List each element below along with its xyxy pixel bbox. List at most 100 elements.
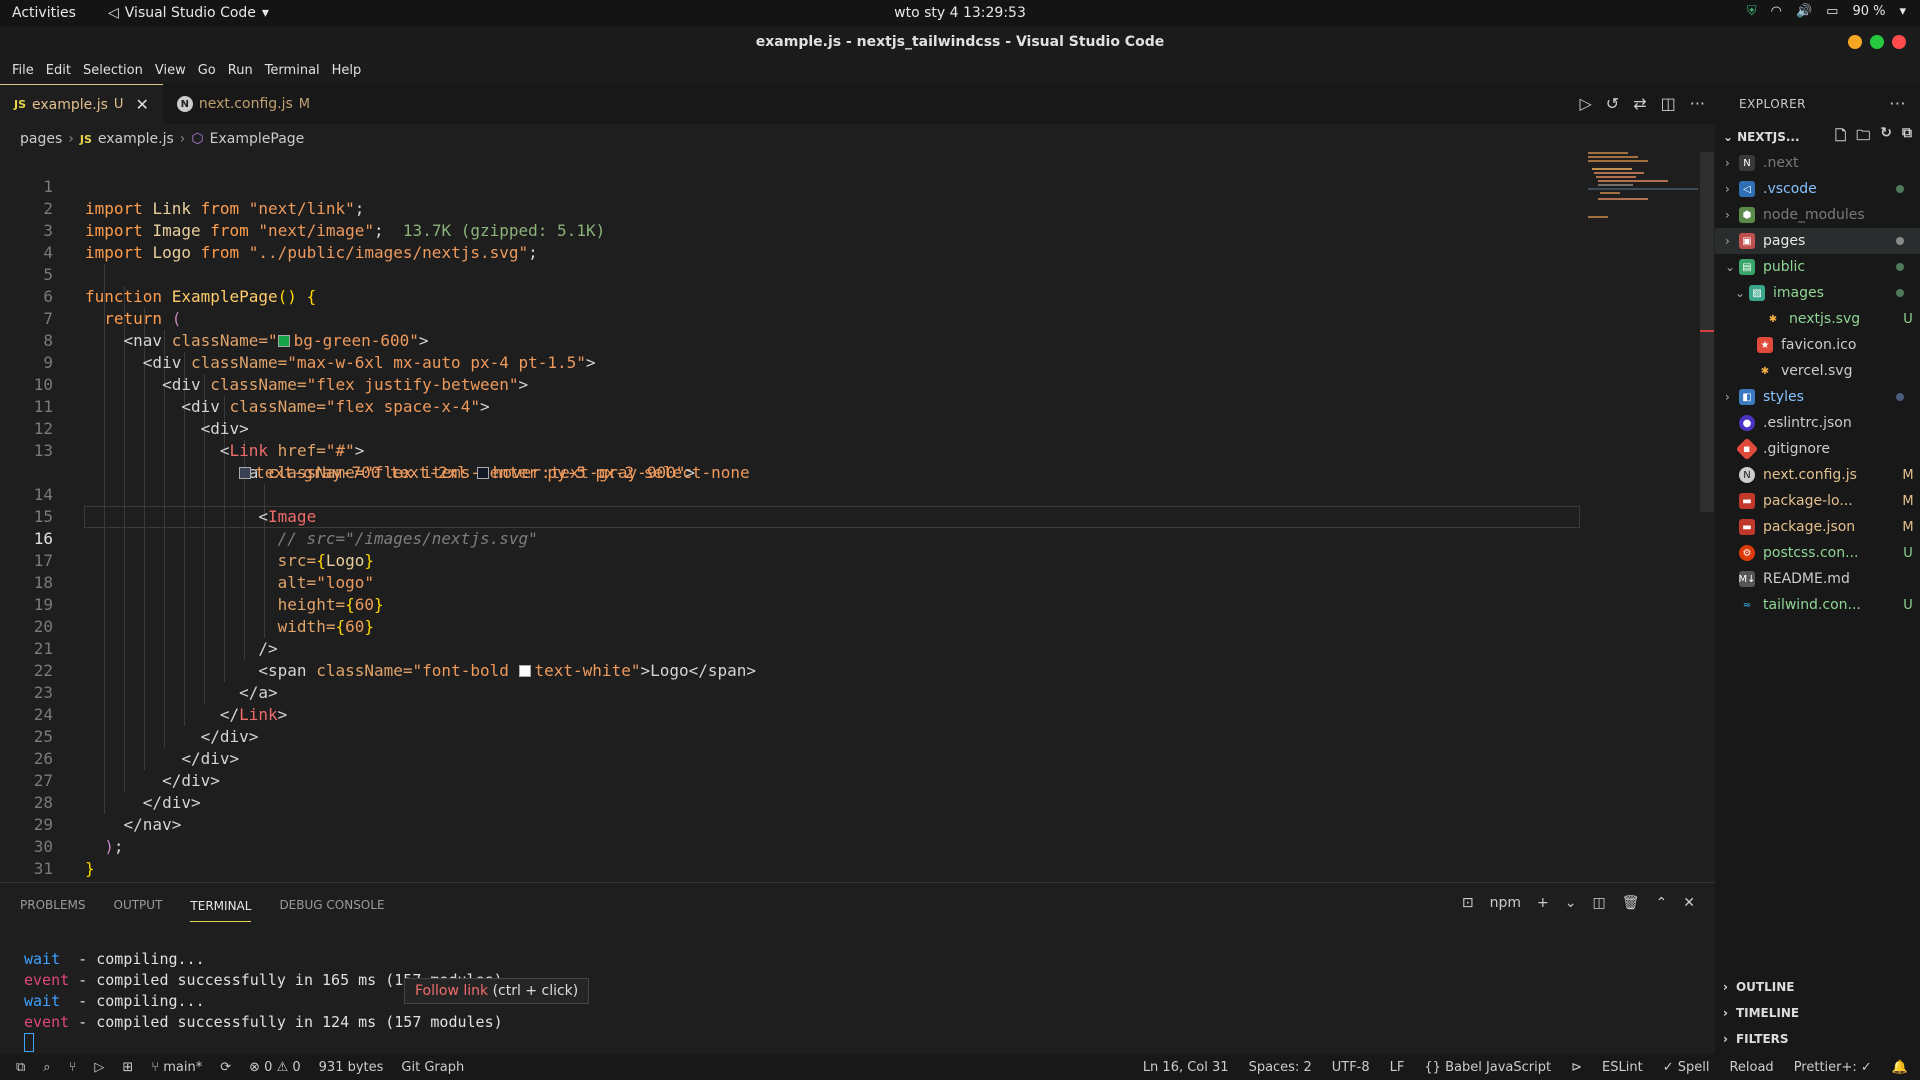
- tab-next-config-js[interactable]: N next.config.js M: [163, 84, 324, 124]
- outline-section[interactable]: › OUTLINE: [1715, 974, 1920, 1000]
- maximize-panel-icon[interactable]: ⌃: [1656, 895, 1668, 911]
- indentation[interactable]: Spaces: 2: [1249, 1060, 1312, 1075]
- minimize-button[interactable]: [1848, 35, 1862, 49]
- spell-status[interactable]: ✓ Spell: [1663, 1060, 1710, 1075]
- tree-item-favicon[interactable]: ★ favicon.ico: [1715, 332, 1920, 358]
- tree-item-package-json[interactable]: ▬ package.json M: [1715, 514, 1920, 540]
- tab-output[interactable]: OUTPUT: [114, 898, 163, 912]
- tooltip-link[interactable]: Follow link: [415, 983, 488, 999]
- timeline-section[interactable]: › TIMELINE: [1715, 1000, 1920, 1026]
- close-panel-icon[interactable]: ✕: [1683, 895, 1695, 911]
- maximize-button[interactable]: [1870, 35, 1884, 49]
- eslint-status[interactable]: ESLint: [1602, 1060, 1643, 1075]
- tree-item-label: .gitignore: [1763, 441, 1830, 457]
- code-line: 20 />: [0, 594, 1580, 658]
- tree-item-nextjs-svg[interactable]: ✱ nextjs.svg U: [1715, 306, 1920, 332]
- terminal-icon[interactable]: ⊳: [1571, 1060, 1582, 1075]
- svg-file-icon: ✱: [1768, 313, 1778, 325]
- menu-view[interactable]: View: [149, 63, 192, 78]
- more-actions-icon[interactable]: ···: [1690, 94, 1705, 113]
- run-icon[interactable]: ▷: [1579, 94, 1591, 113]
- explorer-sections: › OUTLINE › TIMELINE › FILTERS: [1715, 974, 1920, 1052]
- collapse-all-icon[interactable]: ⧉: [1902, 125, 1912, 149]
- tree-item-postcss[interactable]: ⚙ postcss.con... U: [1715, 540, 1920, 566]
- close-button[interactable]: [1892, 35, 1906, 49]
- git-graph-button[interactable]: Git Graph: [401, 1060, 464, 1075]
- minimap[interactable]: [1588, 152, 1698, 232]
- system-tray[interactable]: ⛨ ◠ 🔊 ▭ 90 % ▾: [1747, 4, 1906, 19]
- refresh-icon[interactable]: ↻: [1880, 125, 1892, 149]
- search-icon[interactable]: ⌕: [43, 1060, 50, 1075]
- code-line: 7 <nav className=" bg-green-600">: [0, 286, 1580, 350]
- new-file-icon[interactable]: 🗋: [1835, 125, 1846, 149]
- terminal-level: wait: [24, 992, 61, 1010]
- breadcrumb-symbol[interactable]: ExamplePage: [210, 131, 305, 147]
- tree-item-tailwind-config[interactable]: ≈ tailwind.con... U: [1715, 592, 1920, 618]
- tab-example-js[interactable]: JS example.js U ✕: [0, 84, 163, 124]
- split-terminal-icon[interactable]: ◫: [1593, 895, 1606, 911]
- compare-changes-icon[interactable]: ⇄: [1633, 94, 1646, 113]
- trash-icon[interactable]: 🗑: [1622, 895, 1640, 911]
- menu-terminal[interactable]: Terminal: [259, 63, 326, 78]
- prettier-status[interactable]: Prettier+: ✓: [1794, 1060, 1872, 1075]
- tree-item-next[interactable]: › N .next: [1715, 150, 1920, 176]
- split-editor-icon[interactable]: ◫: [1661, 94, 1676, 113]
- close-icon[interactable]: ✕: [135, 95, 148, 114]
- extensions-icon[interactable]: ⊞: [122, 1060, 133, 1075]
- history-icon[interactable]: ↺: [1606, 94, 1619, 113]
- tree-item-vercel-svg[interactable]: ✱ vercel.svg: [1715, 358, 1920, 384]
- menu-file[interactable]: File: [6, 63, 40, 78]
- menu-bar: File Edit Selection View Go Run Terminal…: [0, 57, 1920, 84]
- code-editor[interactable]: 1 import Link from "next/link"; 2 import…: [0, 154, 1590, 882]
- next-file-icon: N: [1739, 467, 1755, 483]
- cursor-position[interactable]: Ln 16, Col 31: [1143, 1060, 1229, 1075]
- chevron-down-icon[interactable]: ⌄: [1565, 895, 1577, 911]
- tree-item-eslintrc[interactable]: ● .eslintrc.json: [1715, 410, 1920, 436]
- run-debug-icon[interactable]: ▷: [94, 1060, 104, 1075]
- tree-item-package-lock[interactable]: ▬ package-lo... M: [1715, 488, 1920, 514]
- menu-help[interactable]: Help: [326, 63, 368, 78]
- problems-indicator[interactable]: ⊗ 0 ⚠ 0: [249, 1060, 301, 1075]
- plus-icon[interactable]: +: [1537, 895, 1549, 911]
- code-line: 12 <Link href="#">: [0, 396, 1580, 460]
- menu-edit[interactable]: Edit: [40, 63, 77, 78]
- tab-debug-console[interactable]: DEBUG CONSOLE: [279, 898, 384, 912]
- git-branch[interactable]: ⑂ main*: [151, 1060, 202, 1075]
- tree-item-styles[interactable]: › ◧ styles: [1715, 384, 1920, 410]
- terminal-shell-label[interactable]: npm: [1490, 895, 1521, 911]
- file-size: 931 bytes: [318, 1059, 384, 1075]
- tree-item-node-modules[interactable]: › ⬢ node_modules: [1715, 202, 1920, 228]
- language-mode[interactable]: {} Babel JavaScript: [1424, 1060, 1551, 1075]
- tree-item-vscode[interactable]: › ◁ .vscode: [1715, 176, 1920, 202]
- menu-run[interactable]: Run: [222, 63, 259, 78]
- source-control-icon[interactable]: ⑂: [69, 1060, 77, 1075]
- filters-section[interactable]: › FILTERS: [1715, 1026, 1920, 1052]
- minimap-line: [1594, 172, 1644, 174]
- code-line: 4: [0, 220, 1580, 262]
- postcss-file-icon: ⚙: [1739, 545, 1755, 561]
- breadcrumb-file[interactable]: example.js: [98, 131, 174, 147]
- editor-scrollbar[interactable]: [1700, 152, 1714, 512]
- git-status-modified: M: [1902, 467, 1914, 483]
- remote-icon[interactable]: ⧉: [16, 1060, 25, 1075]
- tree-item-images[interactable]: ⌄ ▨ images: [1715, 280, 1920, 306]
- reload-button[interactable]: Reload: [1729, 1060, 1773, 1075]
- tree-item-pages[interactable]: › ▣ pages: [1715, 228, 1920, 254]
- sync-icon[interactable]: ⟳: [220, 1060, 231, 1075]
- tree-item-gitignore[interactable]: ◆ .gitignore: [1715, 436, 1920, 462]
- project-header[interactable]: ⌄ NEXTJS... 🗋 🗀 ↻ ⧉: [1715, 124, 1920, 150]
- new-folder-icon[interactable]: 🗀: [1856, 125, 1870, 149]
- menu-selection[interactable]: Selection: [77, 63, 149, 78]
- tab-terminal[interactable]: TERMINAL: [190, 899, 252, 922]
- menu-go[interactable]: Go: [192, 63, 222, 78]
- more-actions-icon[interactable]: ···: [1889, 94, 1906, 113]
- encoding[interactable]: UTF-8: [1332, 1060, 1370, 1075]
- clock[interactable]: wto sty 4 13:29:53: [0, 5, 1920, 21]
- end-of-line[interactable]: LF: [1390, 1060, 1405, 1075]
- tree-item-public[interactable]: ⌄ ▤ public: [1715, 254, 1920, 280]
- breadcrumb-folder[interactable]: pages: [20, 131, 62, 147]
- tree-item-next-config[interactable]: N next.config.js M: [1715, 462, 1920, 488]
- tree-item-readme[interactable]: M↓ README.md: [1715, 566, 1920, 592]
- bell-icon[interactable]: 🔔: [1892, 1060, 1908, 1075]
- tab-problems[interactable]: PROBLEMS: [20, 898, 86, 912]
